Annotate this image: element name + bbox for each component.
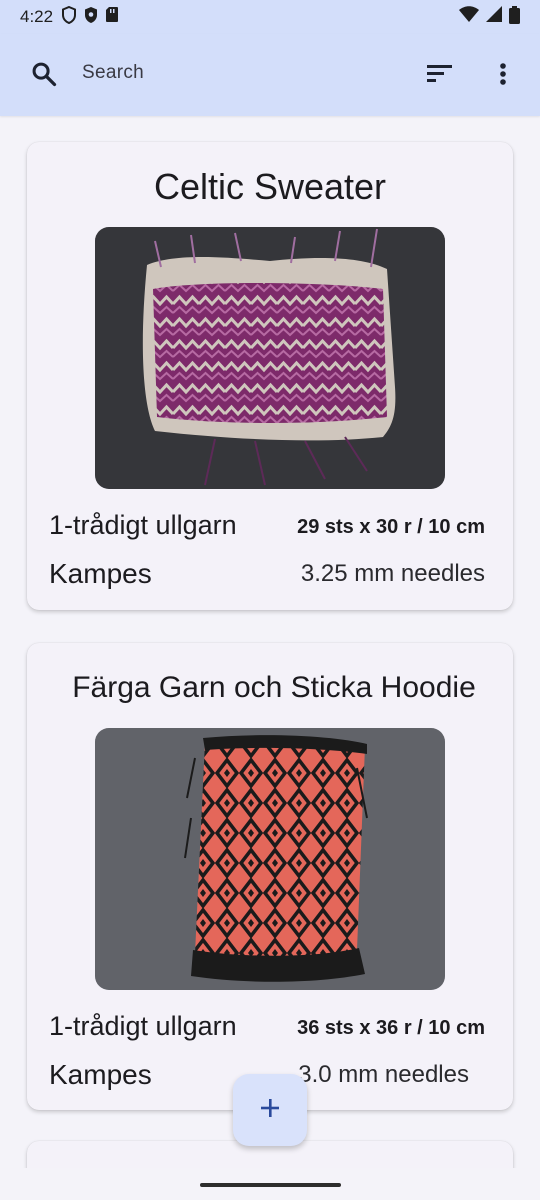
navigation-bar: [0, 1168, 540, 1200]
project-photo: [95, 728, 445, 990]
home-gesture-handle[interactable]: [200, 1183, 341, 1187]
status-bar: 4:22: [0, 0, 540, 34]
signal-icon: [485, 6, 503, 28]
battery-icon: [509, 5, 520, 29]
search-app-bar: Search: [0, 34, 540, 116]
shield-icon: [61, 5, 77, 29]
yarn-brand: Kampes: [49, 558, 152, 589]
project-card[interactable]: Färga Garn och Sticka Hoodie 1-trådigt u…: [27, 643, 513, 1110]
gauge-text: 36 sts x 36 r / 10 cm: [297, 1017, 485, 1039]
search-input[interactable]: Search: [82, 62, 144, 84]
project-title: Celtic Sweater: [153, 166, 387, 207]
project-title: Färga Garn och Sticka Hoodie: [72, 671, 476, 704]
needle-size: 3.25 mm needles: [300, 560, 485, 587]
wifi-icon: [459, 6, 479, 28]
search-icon[interactable]: [30, 60, 58, 93]
status-time: 4:22: [20, 7, 54, 26]
project-photo: [95, 227, 445, 489]
add-project-button[interactable]: [233, 1074, 307, 1146]
project-card[interactable]: Celtic Sweater 1-trådigt ullgarn Kampes …: [27, 142, 513, 610]
shield-filled-icon: [83, 6, 99, 29]
plus-icon: [259, 1097, 281, 1124]
yarn-name: 1-trådigt ullgarn: [49, 510, 237, 540]
project-list[interactable]: Celtic Sweater 1-trådigt ullgarn Kampes …: [0, 116, 540, 1168]
sort-icon[interactable]: [425, 62, 455, 89]
yarn-brand: Kampes: [49, 1059, 152, 1090]
more-options-icon[interactable]: [492, 60, 514, 93]
needle-size: 3.0 mm needles: [298, 1061, 469, 1088]
sd-card-icon: [105, 6, 119, 28]
gauge-text: 29 sts x 30 r / 10 cm: [297, 516, 485, 538]
yarn-name: 1-trådigt ullgarn: [49, 1011, 237, 1041]
